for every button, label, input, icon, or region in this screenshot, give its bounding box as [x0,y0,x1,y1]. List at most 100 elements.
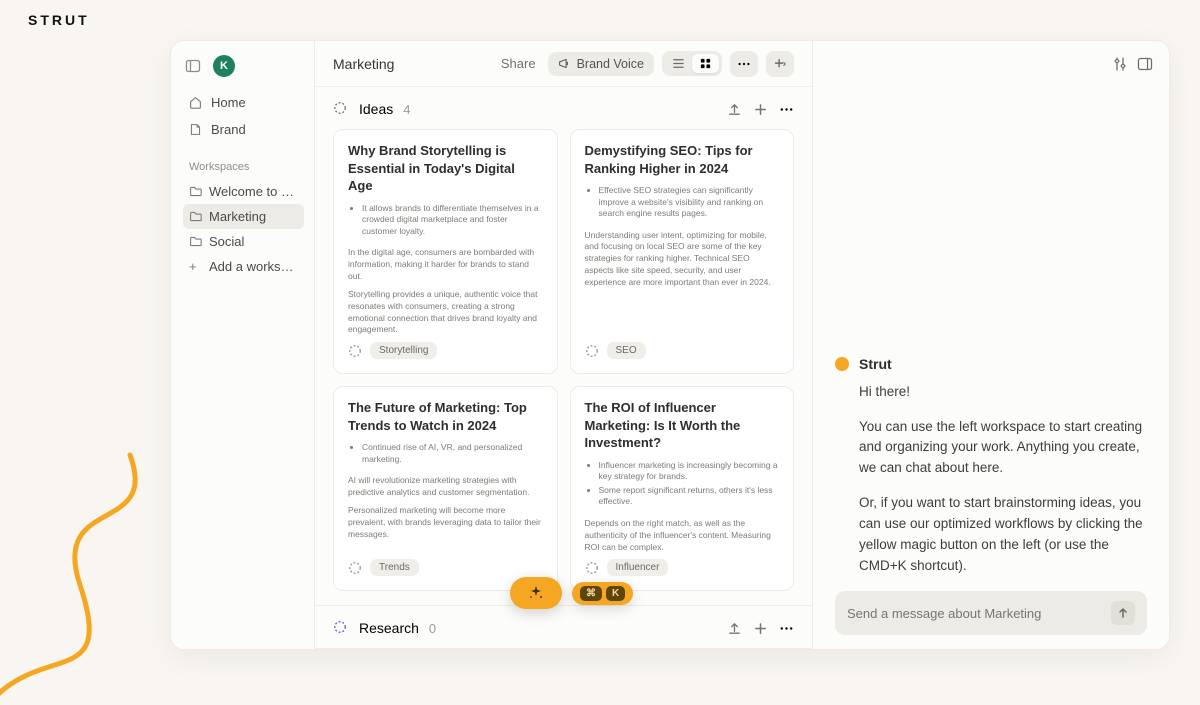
export-icon[interactable] [726,101,742,117]
section-head-research: Research 0 [315,606,812,648]
main-header: Marketing Share Brand Voice [315,41,812,87]
section-head-ideas: Ideas 4 [315,87,812,129]
main-scroll[interactable]: Ideas 4 Why Brand Storytelling is Essentia… [315,87,812,649]
grid-view-button[interactable] [692,54,719,73]
list-view-button[interactable] [665,54,692,73]
card-para: In the digital age, consumers are bombar… [348,247,543,283]
workspace-label: Marketing [209,209,298,224]
app-window: K Home Brand Workspaces Welcome to Strut … [170,40,1170,650]
megaphone-icon [558,57,571,70]
workspaces-heading: Workspaces [183,157,304,179]
more-menu-button[interactable] [730,51,758,77]
chat-greeting: Hi there! [835,382,1147,403]
add-icon[interactable] [752,101,768,117]
nav-item-home[interactable]: Home [183,91,304,114]
card-bullet: Some report significant returns, others … [599,485,780,508]
brand-voice-label: Brand Voice [577,57,644,71]
card-status-icon [348,344,362,358]
page-title: Marketing [333,56,394,72]
main-column: Marketing Share Brand Voice Ideas 4 Why Br… [315,41,813,649]
card-bullet: Effective SEO strategies can significant… [599,185,780,219]
card-bullets: Effective SEO strategies can significant… [585,185,780,221]
chat-para-2: Or, if you want to start brainstorming i… [835,493,1147,577]
cards-grid-ideas: Why Brand Storytelling is Essential in T… [315,129,812,605]
card[interactable]: The Future of Marketing: Top Trends to W… [333,386,558,591]
kbd-cmd: ⌘ [580,586,602,601]
more-icon[interactable] [778,620,794,636]
card-title: The ROI of Influencer Marketing: Is It W… [585,399,780,452]
workspace-label: Welcome to Strut (St... [209,184,298,199]
assistant-message: Strut Hi there! You can use the left wor… [835,356,1147,635]
avatar[interactable]: K [213,55,235,77]
export-icon[interactable] [726,620,742,636]
strut-avatar-dot [835,357,849,371]
card-para: Storytelling provides a unique, authenti… [348,289,543,337]
add-workspace-label: Add a workspace [209,259,298,274]
card-title: The Future of Marketing: Top Trends to W… [348,399,543,434]
section-status-icon [333,101,349,117]
chat-para-1: You can use the left workspace to start … [835,417,1147,480]
brand-voice-button[interactable]: Brand Voice [548,52,654,76]
card-bullets: Influencer marketing is increasingly bec… [585,460,780,510]
plus-icon: + [189,259,202,274]
card-status-icon [585,344,599,358]
card-title: Why Brand Storytelling is Essential in T… [348,142,543,195]
sparkle-icon [528,585,544,601]
right-panel: Strut Hi there! You can use the left wor… [813,41,1169,649]
add-workspace-button[interactable]: + Add a workspace [183,254,304,279]
section-label: Ideas [359,101,393,117]
share-button[interactable]: Share [501,56,536,71]
sidebar-item-marketing[interactable]: Marketing [183,204,304,229]
kbd-k: K [606,586,625,601]
card-bullet: Influencer marketing is increasingly bec… [599,460,780,483]
right-panel-toggle-icon[interactable] [1137,56,1153,72]
section-status-icon [333,620,349,636]
send-button[interactable] [1111,601,1135,625]
card-status-icon [348,561,362,575]
chat-input[interactable] [847,606,1111,621]
card-bullets: Continued rise of AI, VR, and personaliz… [348,442,543,467]
card[interactable]: Demystifying SEO: Tips for Ranking Highe… [570,129,795,374]
workspace-label: Social [209,234,298,249]
card-bullet: Continued rise of AI, VR, and personaliz… [362,442,543,465]
sidebar-item-social[interactable]: Social [183,229,304,254]
assistant-name: Strut [859,356,892,372]
sidebar-item-welcome-to-strut-st-[interactable]: Welcome to Strut (St... [183,179,304,204]
card-para: AI will revolutionize marketing strategi… [348,475,543,499]
chat-input-container [835,591,1147,635]
folder-icon [189,185,202,198]
card-para: Understanding user intent, optimizing fo… [585,230,780,289]
folder-icon [189,210,202,223]
brand-icon [189,123,203,136]
card-para: Personalized marketing will become more … [348,505,543,541]
section-label: Research [359,620,419,636]
nav-label: Brand [211,122,246,137]
section-count: 4 [403,102,410,117]
card-title: Demystifying SEO: Tips for Ranking Highe… [585,142,780,177]
site-brand: STRUT [28,12,90,28]
folder-icon [189,235,202,248]
more-icon[interactable] [778,101,794,117]
view-switcher [662,51,722,76]
sliders-icon[interactable] [1113,56,1129,72]
sidebar: K Home Brand Workspaces Welcome to Strut … [171,41,315,649]
add-icon[interactable] [752,620,768,636]
new-menu-button[interactable] [766,51,794,77]
nav-label: Home [211,95,246,110]
section-count: 0 [429,621,436,636]
workspace-list: Welcome to Strut (St... Marketing Social [183,179,304,254]
nav-item-brand[interactable]: Brand [183,118,304,141]
card-tag: SEO [607,342,646,359]
card-bullet: It allows brands to differentiate themse… [362,203,543,237]
card-tag: Trends [370,559,419,576]
magic-button-group: ⌘ K [510,577,633,609]
sidebar-toggle-icon[interactable] [183,56,203,76]
card[interactable]: The ROI of Influencer Marketing: Is It W… [570,386,795,591]
card-tag: Storytelling [370,342,437,359]
magic-button[interactable] [510,577,562,609]
card[interactable]: Why Brand Storytelling is Essential in T… [333,129,558,374]
card-bullets: It allows brands to differentiate themse… [348,203,543,239]
card-para: Depends on the right match, as well as t… [585,518,780,554]
home-icon [189,96,203,109]
nav-list: Home Brand [183,91,304,141]
